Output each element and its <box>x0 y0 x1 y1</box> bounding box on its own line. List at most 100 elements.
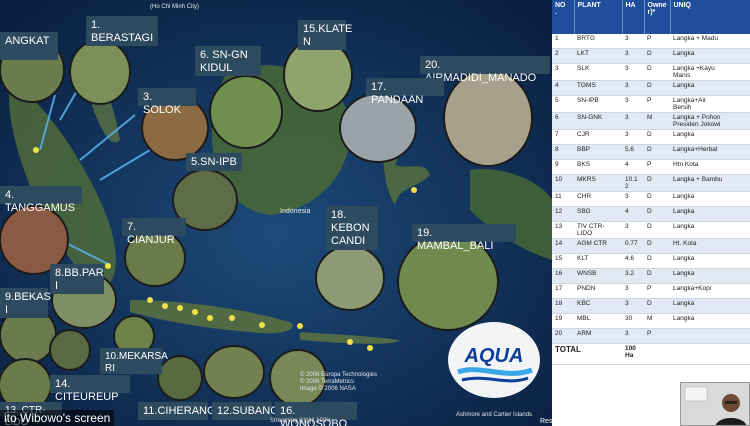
cell-owner: P <box>644 95 670 113</box>
cell-no: 8 <box>552 144 574 160</box>
cell-plant: BKS <box>574 159 622 175</box>
label-site-bb-pari: 8.BB.PAR I <box>50 264 104 294</box>
cell-owner: P <box>644 328 670 344</box>
cell-ha: 10.1 2 <box>622 174 644 192</box>
cell-no: 2 <box>552 48 574 64</box>
map-islands-label: Ashmore and Cartier Islands <box>456 412 533 418</box>
cell-owner: D <box>644 268 670 284</box>
cell-no: 3 <box>552 63 574 81</box>
cell-uniq: Langka <box>670 268 750 284</box>
cell-owner: D <box>644 48 670 64</box>
cell-no: 14 <box>552 238 574 254</box>
table-row: 10 MKRS 10.1 2 D Langka + Bambu <box>552 174 750 192</box>
svg-text:AQUA: AQUA <box>464 345 524 367</box>
cell-plant: MBL <box>574 313 622 329</box>
presenter-screen-label: ito Wibowo's screen <box>0 410 115 426</box>
label-site-mekarsari: 10.MEKARSA RI <box>100 348 168 374</box>
table-total-row: TOTAL 100 Ha <box>552 343 750 365</box>
cell-ha: 4.6 <box>622 253 644 269</box>
place-label-indonesia: Indonesia <box>280 208 310 215</box>
label-site-ciherang: 11.CIHERANG <box>138 402 216 420</box>
cell-ha: 3 <box>622 63 644 81</box>
table-row: 1 BRTG 3 P Langka + Madu <box>552 34 750 49</box>
table-row: 13 TIV CTR- LIDO 3 D Langka <box>552 221 750 239</box>
cell-no: 18 <box>552 298 574 314</box>
cell-ha: 5.6 <box>622 144 644 160</box>
cell-owner: D <box>644 298 670 314</box>
table-row: 18 KBC 3 D Langka <box>552 298 750 314</box>
label-site-subang: 12.SUBANG <box>212 402 279 420</box>
cell-no: 20 <box>552 328 574 344</box>
cell-no: 1 <box>552 34 574 49</box>
cell-owner: D <box>644 144 670 160</box>
cell-uniq: Langka <box>670 48 750 64</box>
cell-plant: KLT <box>574 253 622 269</box>
cell-no: 7 <box>552 129 574 145</box>
table-row: 17 PNDN 3 P Langka+Kopi <box>552 283 750 299</box>
cell-uniq: Langka <box>670 313 750 329</box>
cell-owner: D <box>644 129 670 145</box>
cell-no: 12 <box>552 206 574 222</box>
table-row: 7 CJR 3 D Langka <box>552 129 750 145</box>
cell-ha: 3 <box>622 95 644 113</box>
resize-note: Res <box>540 418 553 425</box>
cell-uniq: Langka <box>670 253 750 269</box>
cell-ha: 3 <box>622 48 644 64</box>
cell-ha: 3.2 <box>622 268 644 284</box>
cell-ha: 30 <box>622 313 644 329</box>
label-site-sn-gn-kidul: 6. SN-GN KIDUL <box>195 46 261 76</box>
table-row: 4 TGMS 3 D Langka <box>552 80 750 96</box>
cell-plant: WNSB <box>574 268 622 284</box>
cell-no: 6 <box>552 112 574 130</box>
label-site-sn-ipb: 5.SN-IPB <box>186 153 242 171</box>
table-row: 3 SLK 3 D Langka +Kayu Manis <box>552 63 750 81</box>
shared-screen: Indonesia (Ho Chi Minh City) ANGKAT 1. B… <box>0 0 750 426</box>
cell-ha: 4 <box>622 206 644 222</box>
cell-plant: SLK <box>574 63 622 81</box>
cell-uniq <box>670 328 750 344</box>
column-header-plant: PLANT <box>574 0 623 34</box>
cell-no: 13 <box>552 221 574 239</box>
table-row: 19 MBL 30 M Langka <box>552 313 750 329</box>
webcam-thumbnail[interactable] <box>680 382 750 426</box>
cell-uniq: Langka+Herbal <box>670 144 750 160</box>
cell-uniq: Ht. Kota <box>670 238 750 254</box>
cell-plant: LKT <box>574 48 622 64</box>
cell-owner: M <box>644 313 670 329</box>
column-header-uniq: UNIQ <box>670 0 750 34</box>
table-row: 8 BBP 5.6 D Langka+Herbal <box>552 144 750 160</box>
cell-no: 19 <box>552 313 574 329</box>
cell-uniq: Langka <box>670 221 750 239</box>
cell-plant: AGM CTR <box>574 238 622 254</box>
cell-plant: SBG <box>574 206 622 222</box>
cell-ha: 0.77 <box>622 238 644 254</box>
cell-ha: 3 <box>622 34 644 49</box>
label-site-citeureup: 14. CITEUREUP <box>50 375 130 403</box>
cell-plant: PNDN <box>574 283 622 299</box>
label-site-bekasi: 9.BEKAS I <box>0 288 51 318</box>
cell-owner: D <box>644 253 670 269</box>
plant-table: NO . PLANT HA Owne r)* UNIQ 1 BRTG 3 P Langk… <box>552 0 750 365</box>
label-site-berastagi: 1. BERASTAGI <box>86 16 158 46</box>
cell-uniq: Langka <box>670 206 750 222</box>
plant-table-panel: NO . PLANT HA Owne r)* UNIQ 1 BRTG 3 P Langk… <box>552 0 750 426</box>
cell-plant: BRTG <box>574 34 622 49</box>
aqua-logo: AQUA <box>448 322 540 398</box>
cell-owner: D <box>644 63 670 81</box>
presenter-avatar <box>681 383 749 425</box>
cell-plant: CJR <box>574 129 622 145</box>
cell-uniq: Langka <box>670 191 750 207</box>
total-label: TOTAL <box>552 343 622 365</box>
table-row: 9 BKS 4 P Htn Kota <box>552 159 750 175</box>
map-coords-header: (Ho Chi Minh City) <box>150 4 200 10</box>
cell-owner: P <box>644 159 670 175</box>
table-row: 20 ARM 3 P <box>552 328 750 344</box>
cell-uniq: Langka <box>670 80 750 96</box>
cell-no: 15 <box>552 253 574 269</box>
cell-no: 10 <box>552 174 574 192</box>
cell-ha: 3 <box>622 221 644 239</box>
table-header-row: NO . PLANT HA Owne r)* UNIQ <box>552 0 750 34</box>
label-site-solok: 3. SOLOK <box>138 88 196 116</box>
cell-ha: 3 <box>622 112 644 130</box>
label-site-airmadidi-manado: 20. AIRMADIDI_MANADO <box>420 56 550 84</box>
